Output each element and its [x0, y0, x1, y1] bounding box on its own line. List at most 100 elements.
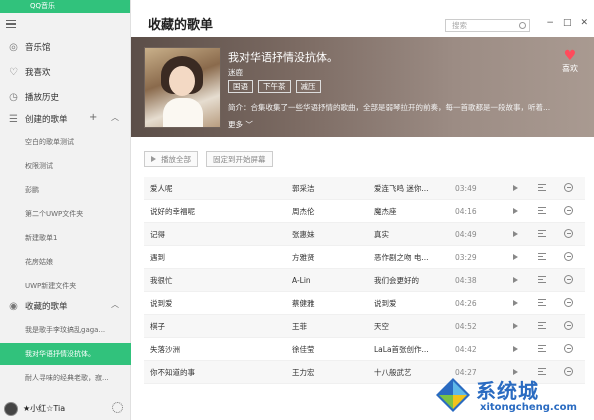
add-to-list-icon[interactable] [538, 299, 546, 306]
playlist-creator[interactable]: 迷鹿 [228, 67, 243, 78]
more-options-icon[interactable] [564, 298, 573, 307]
close-icon[interactable]: ✕ [580, 18, 588, 28]
song-album[interactable]: 爱连飞鸣 迷你... [374, 183, 429, 194]
song-duration: 04:38 [455, 275, 477, 285]
song-artist[interactable]: 徐佳莹 [292, 344, 315, 355]
sidebar-playlist-item[interactable]: 第二个UWP文件夹 [0, 203, 131, 225]
song-artist[interactable]: 郭采洁 [292, 183, 315, 194]
song-duration: 04:26 [455, 298, 477, 308]
sidebar-item-liked[interactable]: ♡ 我喜欢 [0, 63, 131, 81]
table-row[interactable]: 爱人呢 郭采洁 爱连飞鸣 迷你... 03:49 [144, 177, 585, 200]
table-row[interactable]: 我很忙 A-Lin 我们会更好的 04:38 [144, 269, 585, 292]
sidebar-item-history[interactable]: ◷ 播放历史 [0, 88, 131, 106]
user-bar[interactable]: ★小红☆Tia [0, 397, 131, 420]
user-name[interactable]: ★小红☆Tia [23, 403, 65, 414]
search-input[interactable]: 搜索 [445, 19, 530, 32]
song-album[interactable]: 魔杰座 [374, 206, 397, 217]
more-options-icon[interactable] [564, 229, 573, 238]
more-options-icon[interactable] [564, 252, 573, 261]
chevron-up-icon[interactable]: ︿ [111, 299, 119, 310]
play-icon[interactable] [513, 208, 518, 214]
song-title[interactable]: 说好的幸福呢 [150, 206, 195, 217]
sidebar-playlist-item[interactable]: 彭鹏 [0, 179, 131, 201]
sidebar-item-label: 音乐馆 [25, 43, 51, 53]
song-album[interactable]: 我们会更好的 [374, 275, 419, 286]
play-icon[interactable] [513, 323, 518, 329]
play-all-button[interactable]: 播放全部 [144, 151, 198, 167]
song-album[interactable]: 天空 [374, 321, 389, 332]
sidebar-playlist-item[interactable]: 新建歌单1 [0, 227, 131, 249]
song-artist[interactable]: 周杰伦 [292, 206, 315, 217]
song-album[interactable]: 说到爱 [374, 298, 397, 309]
song-artist[interactable]: 蔡健雅 [292, 298, 315, 309]
song-title[interactable]: 爱人呢 [150, 183, 173, 194]
song-artist[interactable]: 张惠妹 [292, 229, 315, 240]
sidebar-collected-item[interactable]: 我是歌手李玟搞乱gaga... [0, 319, 131, 341]
table-row[interactable]: 说好的幸福呢 周杰伦 魔杰座 04:16 [144, 200, 585, 223]
more-options-icon[interactable] [564, 183, 573, 192]
sidebar-collected-item[interactable]: 耐人寻味的经典老歌，寂... [0, 367, 131, 389]
song-title[interactable]: 记得 [150, 229, 165, 240]
add-to-list-icon[interactable] [538, 345, 546, 352]
menu-icon[interactable] [6, 20, 16, 28]
chevron-up-icon[interactable]: ︿ [111, 112, 119, 123]
gear-icon[interactable] [112, 402, 123, 413]
search-icon[interactable] [519, 22, 526, 29]
table-row[interactable]: 说到爱 蔡健雅 说到爱 04:26 [144, 292, 585, 315]
play-icon[interactable] [513, 277, 518, 283]
table-row[interactable]: 遇到 方雅贤 恶作剧之吻 电... 03:29 [144, 246, 585, 269]
play-icon[interactable] [513, 185, 518, 191]
heart-icon: ♡ [9, 66, 18, 78]
sidebar-item-music-hall[interactable]: ◎ 音乐馆 [0, 38, 131, 56]
add-to-list-icon[interactable] [538, 322, 546, 329]
play-icon[interactable] [513, 346, 518, 352]
song-artist[interactable]: 方雅贤 [292, 252, 315, 263]
add-to-list-icon[interactable] [538, 184, 546, 191]
song-title[interactable]: 棋子 [150, 321, 165, 332]
play-icon[interactable] [513, 254, 518, 260]
avatar[interactable] [4, 401, 18, 416]
tag[interactable]: 下午茶 [258, 80, 291, 93]
sidebar-playlist-item[interactable]: 权限测试 [0, 155, 131, 177]
song-artist[interactable]: 王力宏 [292, 367, 315, 378]
more-options-icon[interactable] [564, 275, 573, 284]
sidebar-playlist-item[interactable]: UWP新建文件夹 [0, 275, 131, 297]
add-playlist-icon[interactable]: + [89, 112, 97, 123]
song-album[interactable]: 十八般武艺 [374, 367, 412, 378]
table-row[interactable]: 棋子 王菲 天空 04:52 [144, 315, 585, 338]
song-artist[interactable]: 王菲 [292, 321, 307, 332]
add-to-list-icon[interactable] [538, 207, 546, 214]
sidebar-playlist-item[interactable]: 空白的歌单测试 [0, 131, 131, 153]
song-title[interactable]: 说到爱 [150, 298, 173, 309]
more-options-icon[interactable] [564, 206, 573, 215]
maximize-icon[interactable]: □ [563, 18, 572, 28]
add-to-list-icon[interactable] [538, 253, 546, 260]
sidebar-collected-item-active[interactable]: 我对华语抒情没抗体。 [0, 343, 131, 365]
tag[interactable]: 减压 [295, 80, 321, 93]
sidebar-playlist-item[interactable]: 花房姑娘 [0, 251, 131, 273]
add-to-list-icon[interactable] [538, 230, 546, 237]
playlist-tags: 国语 下午茶 减压 [228, 80, 321, 93]
more-options-icon[interactable] [564, 321, 573, 330]
song-title[interactable]: 失落沙洲 [150, 344, 180, 355]
add-to-list-icon[interactable] [538, 276, 546, 283]
play-icon[interactable] [513, 231, 518, 237]
song-title[interactable]: 你不知道的事 [150, 367, 195, 378]
more-link[interactable]: 更多 ﹀ [228, 119, 253, 130]
minimize-icon[interactable]: − [546, 18, 554, 28]
tag[interactable]: 国语 [228, 80, 253, 93]
play-icon[interactable] [513, 300, 518, 306]
song-title[interactable]: 我很忙 [150, 275, 173, 286]
main-header: 收藏的歌单 搜索 − □ ✕ [131, 0, 594, 37]
app-titlebar: QQ音乐 [0, 0, 130, 13]
song-title[interactable]: 遇到 [150, 252, 165, 263]
table-row[interactable]: 失落沙洲 徐佳莹 LaLa首张创作... 04:42 [144, 338, 585, 361]
like-button[interactable]: ♥ 喜欢 [559, 49, 581, 74]
song-album[interactable]: 恶作剧之吻 电... [374, 252, 429, 263]
pin-start-button[interactable]: 固定到开始屏幕 [206, 151, 273, 167]
song-album[interactable]: 真实 [374, 229, 389, 240]
song-album[interactable]: LaLa首张创作... [374, 344, 429, 355]
song-artist[interactable]: A-Lin [292, 276, 311, 285]
more-options-icon[interactable] [564, 344, 573, 353]
table-row[interactable]: 记得 张惠妹 真实 04:49 [144, 223, 585, 246]
